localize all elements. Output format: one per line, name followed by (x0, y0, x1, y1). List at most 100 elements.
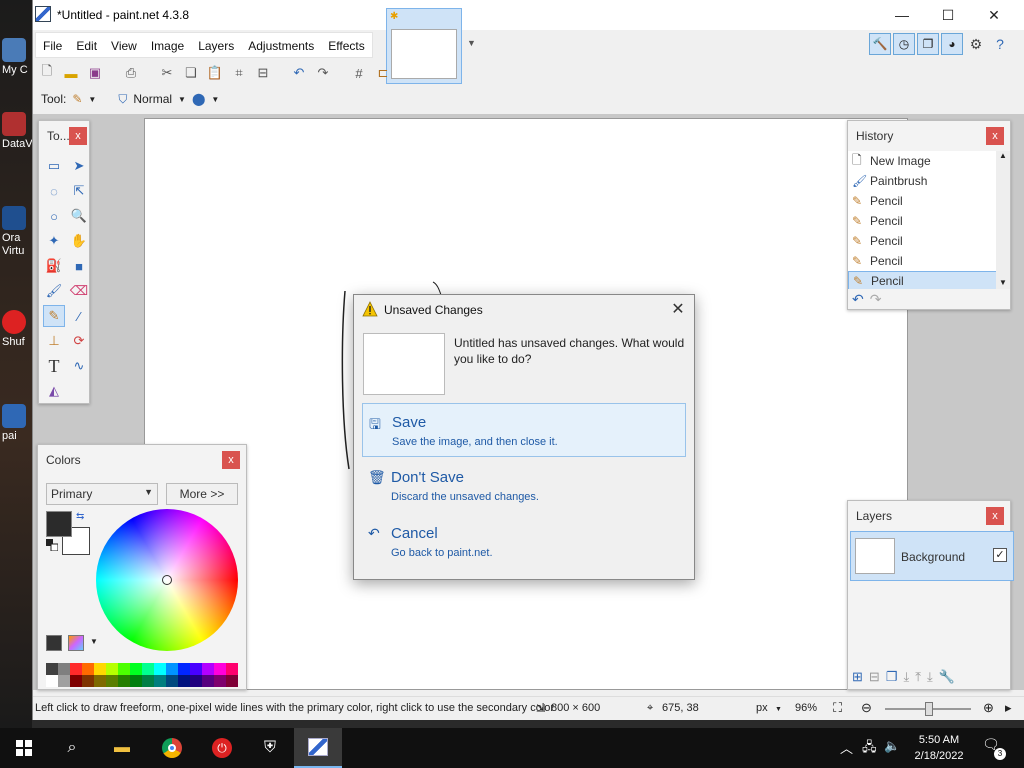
menu-adjustments[interactable]: Adjustments (241, 33, 321, 57)
menu-layers[interactable]: Layers (191, 33, 241, 57)
history-panel-close-button[interactable]: x (986, 127, 1004, 145)
palette-swatch[interactable] (130, 663, 142, 675)
menu-effects[interactable]: Effects (321, 33, 371, 57)
layer-visibility-checkbox[interactable]: ✓ (993, 548, 1007, 562)
palette-swatch[interactable] (178, 675, 190, 687)
history-item[interactable]: ✎ Pencil (848, 251, 1010, 271)
selection-mode-icon[interactable]: ⬤ (192, 92, 205, 106)
blend-mode-dropdown-icon[interactable]: ▼ (178, 95, 186, 104)
palette-swatch[interactable] (130, 675, 142, 687)
move-layer-up-icon[interactable]: ⤒ (915, 669, 921, 685)
title-bar[interactable]: *Untitled - paint.net 4.3.8 — ☐ ✕ (33, 0, 1024, 30)
open-icon[interactable]: ▬ (61, 63, 81, 83)
palette-swatch[interactable] (166, 675, 178, 687)
cancel-option-button[interactable]: ↶ Cancel Go back to paint.net. (362, 515, 686, 569)
add-color-icon[interactable] (46, 635, 62, 651)
paintnet-taskbar-icon[interactable] (294, 728, 342, 768)
deselect-icon[interactable]: ⊟ (253, 63, 273, 83)
cut-icon[interactable]: ✂ (157, 63, 177, 83)
history-item[interactable]: ✎ Pencil (848, 231, 1010, 251)
recolor-icon[interactable]: ⟳ (68, 330, 90, 352)
palette-swatch[interactable] (154, 663, 166, 675)
palette-swatch[interactable] (154, 675, 166, 687)
delete-layer-icon[interactable]: ⊟ (869, 669, 880, 685)
gradient-icon[interactable]: ■ (68, 255, 90, 277)
menu-edit[interactable]: Edit (69, 33, 104, 57)
palette-swatch[interactable] (70, 675, 82, 687)
palette-swatch[interactable] (58, 663, 70, 675)
menu-view[interactable]: View (104, 33, 144, 57)
palette-menu-icon[interactable] (68, 635, 84, 651)
save-option-button[interactable]: 🖫 Save Save the image, and then close it… (362, 403, 686, 457)
layer-row-background[interactable]: Background ✓ (850, 531, 1014, 581)
duplicate-layer-icon[interactable]: ❐ (886, 669, 898, 685)
rectangle-select-icon[interactable]: ▭ (43, 155, 65, 177)
reset-colors-icon[interactable] (46, 539, 58, 551)
paintbrush-icon[interactable]: 🖌 (43, 280, 65, 302)
palette-swatch[interactable] (106, 675, 118, 687)
current-tool-pencil-icon[interactable]: ✎ (72, 92, 82, 106)
layer-properties-icon[interactable]: 🔧 (939, 669, 955, 685)
layers-panel-close-button[interactable]: x (986, 507, 1004, 525)
minimize-button[interactable]: — (879, 0, 925, 30)
palette-swatch[interactable] (226, 663, 238, 675)
palette-swatch[interactable] (46, 675, 58, 687)
redo-icon[interactable]: ↷ (313, 63, 333, 83)
palette-swatch[interactable] (106, 663, 118, 675)
more-colors-button[interactable]: More >> (166, 483, 238, 505)
palette-swatch[interactable] (214, 675, 226, 687)
primary-color-swatch[interactable] (46, 511, 72, 537)
history-item[interactable]: ✎ Pencil (848, 211, 1010, 231)
scroll-down-icon[interactable]: ▼ (996, 278, 1010, 287)
image-tab-untitled[interactable]: ✱ (386, 8, 462, 84)
eraser-icon[interactable]: ⌫ (68, 280, 90, 302)
color-target-select[interactable]: Primary ▼ (46, 483, 158, 505)
desktop-icon-data[interactable]: DataV (2, 112, 32, 150)
zoom-icon[interactable]: 🔍 (68, 205, 90, 227)
palette-swatch[interactable] (226, 675, 238, 687)
palette-swatch[interactable] (46, 663, 58, 675)
tray-overflow-chevron-icon[interactable]: ︿ (840, 738, 853, 757)
palette-swatch[interactable] (166, 663, 178, 675)
history-item-selected[interactable]: ✎ Pencil (848, 271, 1010, 289)
history-item[interactable]: 🖌 Paintbrush (848, 171, 1010, 191)
paint-bucket-icon[interactable]: ⛽ (43, 255, 65, 277)
palette-swatch[interactable] (190, 663, 202, 675)
history-toggle-icon[interactable]: ◷ (893, 33, 915, 55)
units-dropdown-icon[interactable]: ▼ (775, 706, 782, 713)
close-button[interactable]: ✕ (971, 0, 1017, 30)
status-scroll-icon[interactable]: ▸ (1005, 700, 1012, 716)
security-shield-icon[interactable]: ⛨ (246, 728, 294, 768)
text-icon[interactable]: T (43, 355, 65, 377)
tools-toggle-icon[interactable]: 🔨 (869, 33, 891, 55)
move-selection-icon[interactable]: ⇱ (68, 180, 90, 202)
save-icon[interactable]: ▣ (85, 63, 105, 83)
chrome-icon[interactable] (148, 728, 196, 768)
zoom-in-icon[interactable]: ⊕ (983, 700, 994, 716)
maximize-button[interactable]: ☐ (925, 0, 971, 30)
palette-swatch[interactable] (58, 675, 70, 687)
magic-wand-icon[interactable]: ✦ (43, 230, 65, 252)
tool-dropdown-icon[interactable]: ▼ (88, 95, 96, 104)
colors-panel-close-button[interactable]: x (222, 451, 240, 469)
power-app-icon[interactable]: ⏻ (198, 728, 246, 768)
color-picker-icon[interactable]: ⁄ (68, 305, 90, 327)
dont-save-option-button[interactable]: 🗑 Don't Save Discard the unsaved changes… (362, 459, 686, 513)
desktop-icon-shuffle[interactable]: Shuf (2, 310, 32, 348)
zoom-to-window-icon[interactable]: ⛶ (833, 700, 842, 716)
palette-swatch[interactable] (70, 663, 82, 675)
history-undo-icon[interactable]: ↶ (852, 291, 864, 308)
line-curve-icon[interactable]: ∿ (68, 355, 90, 377)
palette-swatch[interactable] (142, 675, 154, 687)
copy-icon[interactable]: ❏ (181, 63, 201, 83)
shapes-icon[interactable]: ◭ (43, 380, 65, 402)
print-icon[interactable]: ⎙ (121, 63, 141, 83)
zoom-slider-thumb[interactable] (925, 702, 933, 716)
start-button[interactable] (0, 728, 48, 768)
grid-icon[interactable]: # (349, 63, 369, 83)
palette-swatch[interactable] (190, 675, 202, 687)
lasso-select-icon[interactable]: ◌ (43, 180, 65, 202)
palette-swatch[interactable] (202, 663, 214, 675)
notifications-icon[interactable]: 🗨 3 (982, 736, 1006, 760)
menu-file[interactable]: File (36, 33, 69, 57)
